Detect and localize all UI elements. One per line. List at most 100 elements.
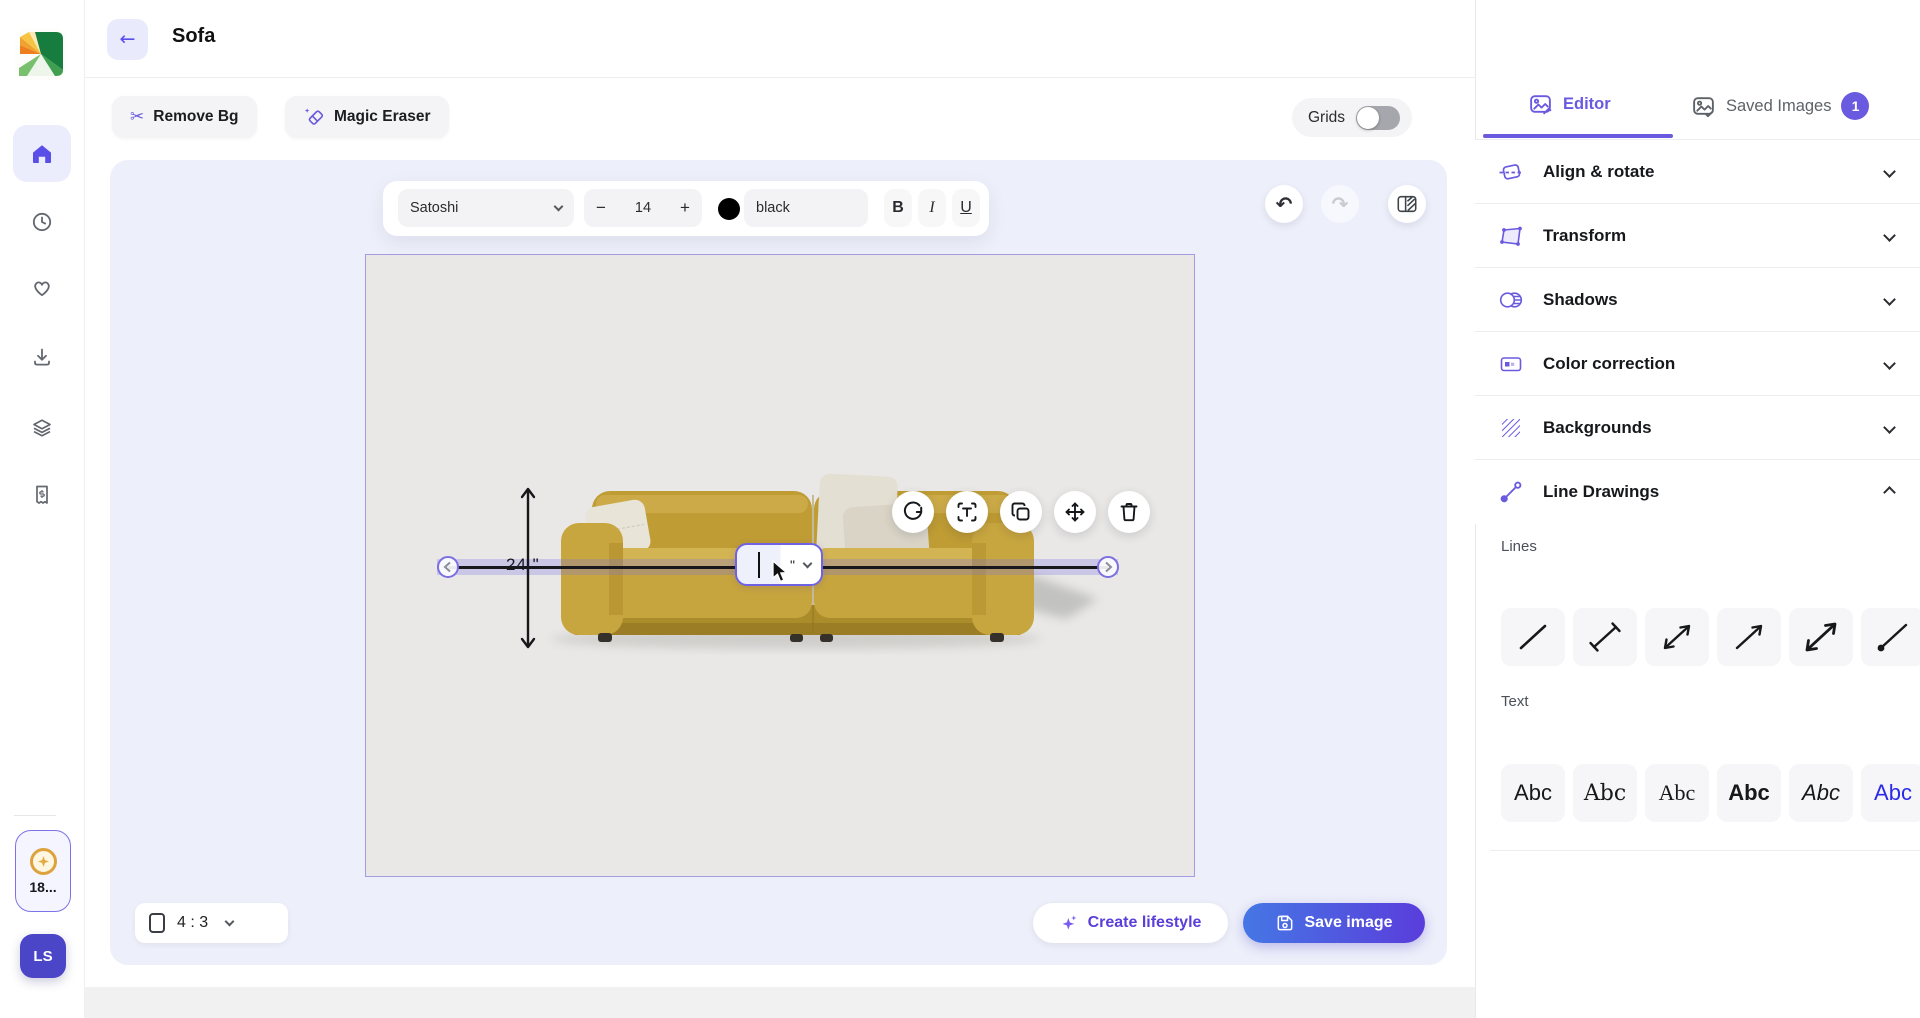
credits-count: 18... [29, 878, 57, 895]
duplicate-button[interactable] [1000, 491, 1042, 533]
text-format-toolbar: Satoshi − 14 + black B I U [383, 181, 989, 236]
grids-control: Grids [1292, 98, 1413, 137]
line-style-single-arrow[interactable] [1717, 608, 1781, 666]
sidebar-item-favorites[interactable] [30, 276, 54, 300]
text-style-blue[interactable]: Abc [1861, 764, 1920, 822]
scan-text-icon [957, 502, 977, 522]
chevron-down-icon [802, 558, 813, 568]
align-rotate-icon [1499, 163, 1523, 180]
section-color-correction[interactable]: Color correction [1475, 332, 1920, 396]
section-label: Transform [1543, 225, 1627, 245]
copy-icon [1011, 502, 1030, 521]
transform-icon [1500, 226, 1522, 246]
line-style-double-arrow[interactable] [1645, 608, 1709, 666]
text-sample: Abc [1583, 780, 1627, 806]
text-subheading: Text [1501, 693, 1529, 710]
bold-button[interactable]: B [884, 189, 912, 227]
sidebar-item-downloads[interactable] [30, 345, 54, 369]
flair-logo-icon [15, 28, 67, 80]
back-arrow-icon: ← [119, 28, 136, 50]
section-transform[interactable]: Transform [1475, 204, 1920, 268]
toggle-knob [1357, 106, 1380, 129]
saved-images-badge: 1 [1841, 92, 1870, 120]
text-caret [758, 551, 760, 578]
user-avatar[interactable]: LS [20, 934, 66, 978]
chevron-down-icon [1883, 421, 1896, 434]
increase-size-button[interactable]: + [680, 198, 690, 218]
credits-button[interactable]: 18... [15, 830, 71, 912]
text-style-sans-bold[interactable]: Abc [1717, 764, 1781, 822]
magic-eraser-button[interactable]: Magic Eraser [285, 96, 449, 138]
color-swatch[interactable] [718, 198, 740, 220]
font-name: Satoshi [410, 200, 459, 216]
panel-divider [1490, 850, 1920, 851]
color-correction-icon [1500, 356, 1522, 371]
sparkles-icon [1062, 915, 1076, 930]
chevron-down-icon [1883, 357, 1896, 370]
save-image-label: Save image [1304, 914, 1393, 931]
section-line-drawings[interactable]: Line Drawings [1475, 460, 1920, 524]
text-sample: Abc [1658, 780, 1696, 805]
text-style-serif[interactable]: Abc [1573, 764, 1637, 822]
text-style-sans-italic[interactable]: Abc [1789, 764, 1853, 822]
download-icon [34, 348, 50, 366]
font-select[interactable]: Satoshi [398, 189, 574, 227]
underline-button[interactable]: U [952, 189, 980, 227]
line-style-end-caps[interactable] [1573, 608, 1637, 666]
split-panel-icon [1397, 195, 1417, 213]
heart-icon [34, 281, 50, 297]
section-label: Shadows [1543, 289, 1618, 309]
line-endpoint-right[interactable] [1097, 556, 1119, 578]
decrease-size-button[interactable]: − [596, 198, 606, 218]
chevron-down-icon [1883, 229, 1896, 242]
italic-button[interactable]: I [918, 189, 946, 227]
redo-button[interactable]: ↷ [1321, 185, 1359, 223]
font-size-stepper: − 14 + [584, 189, 702, 227]
coin-icon [29, 847, 57, 875]
frame-icon [149, 913, 165, 933]
trash-icon [1120, 503, 1138, 522]
section-label: Align & rotate [1543, 161, 1655, 181]
home-icon [30, 142, 54, 166]
sidebar: 18... LS [0, 0, 85, 1018]
delete-button[interactable] [1108, 491, 1150, 533]
tab-saved-images[interactable]: Saved Images 1 [1691, 92, 1870, 120]
color-select[interactable]: black [744, 189, 868, 227]
text-style-serif-light[interactable]: Abc [1645, 764, 1709, 822]
section-backgrounds[interactable]: Backgrounds [1475, 396, 1920, 460]
sidebar-item-layers[interactable] [30, 415, 54, 439]
remove-bg-button[interactable]: ✂ Remove Bg [112, 96, 257, 138]
rotate-icon [903, 501, 923, 520]
line-endpoint-left[interactable] [437, 556, 459, 578]
text-sample: Abc [1728, 780, 1770, 805]
sidebar-divider [14, 815, 56, 816]
chevron-down-icon [1883, 165, 1896, 178]
tab-editor[interactable]: Editor [1528, 92, 1611, 117]
chevron-down-icon [553, 201, 564, 212]
avatar-initials: LS [33, 947, 53, 965]
line-style-dot-end[interactable] [1861, 608, 1920, 666]
text-recognize-button[interactable] [946, 491, 988, 533]
create-lifestyle-button[interactable]: Create lifestyle [1033, 903, 1228, 943]
back-button[interactable]: ← [107, 19, 148, 60]
app-logo[interactable] [15, 28, 67, 80]
page-title: Sofa [172, 25, 216, 47]
text-style-sans[interactable]: Abc [1501, 764, 1565, 822]
panel-toggle-button[interactable] [1388, 185, 1426, 223]
sidebar-item-home[interactable] [13, 125, 71, 182]
section-shadows[interactable]: Shadows [1475, 268, 1920, 332]
move-button[interactable] [1054, 491, 1096, 533]
save-image-button[interactable]: Save image [1243, 903, 1425, 943]
undo-button[interactable]: ↶ [1265, 185, 1303, 223]
grids-toggle[interactable] [1356, 105, 1401, 130]
section-align-rotate[interactable]: Align & rotate [1475, 140, 1920, 204]
sidebar-item-history[interactable] [30, 210, 54, 234]
rotate-object-button[interactable] [892, 491, 934, 533]
tab-saved-images-label: Saved Images [1726, 96, 1832, 115]
receipt-icon [36, 485, 48, 504]
clock-icon [32, 212, 52, 232]
line-style-plain[interactable] [1501, 608, 1565, 666]
sidebar-item-billing[interactable] [30, 483, 54, 507]
line-style-double-arrow-bold[interactable] [1789, 608, 1853, 666]
aspect-ratio-select[interactable]: 4 : 3 [135, 903, 288, 943]
